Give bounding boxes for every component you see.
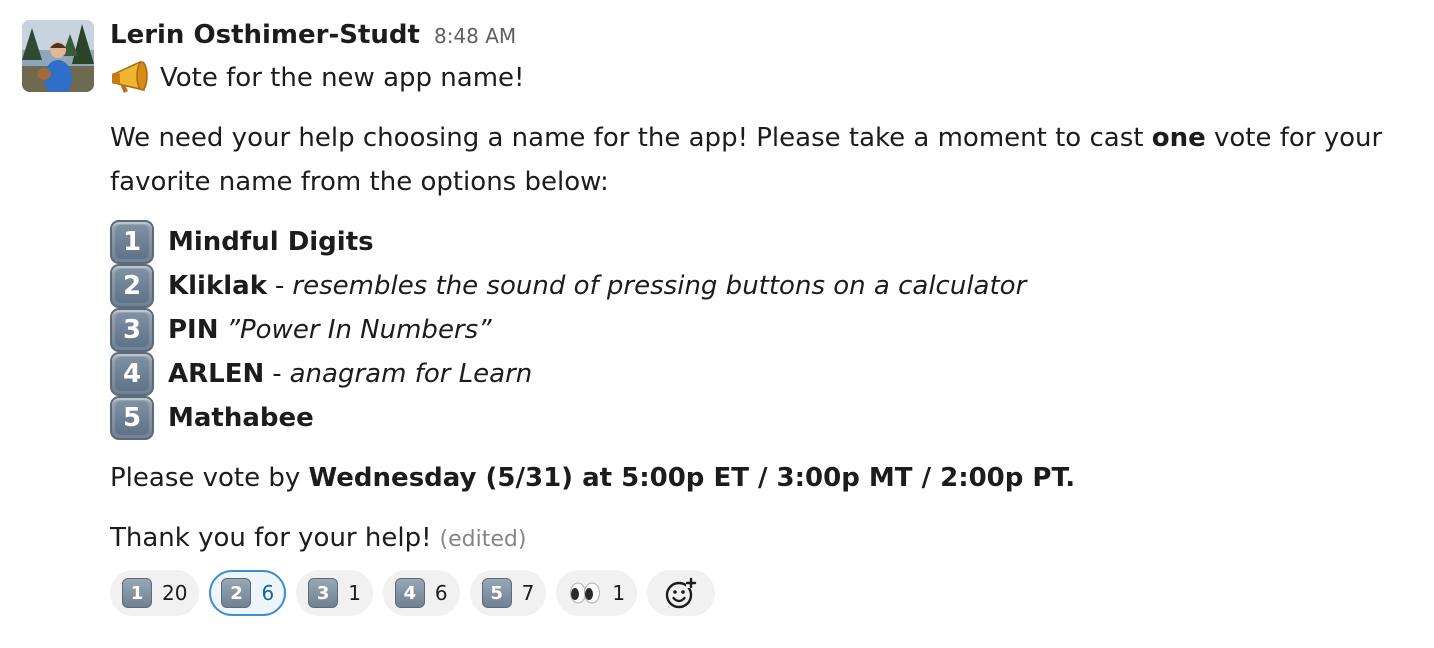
timestamp[interactable]: 8:48 AM [434,15,516,57]
option-name: Kliklak [168,271,268,301]
option-description: anagram for Learn [289,359,533,389]
keycap-3-icon: 3 [110,308,154,352]
sender-name[interactable]: Lerin Osthimer-Studt [110,14,420,56]
intro-text-line2: favorite name from the options below: [110,167,609,197]
deadline-text: Wednesday (5/31) at 5:00p ET / 3:00p MT … [308,463,1076,493]
thanks-text: Thank you for your help! [110,523,432,553]
option-description: resembles the sound of pressing buttons … [292,271,1027,301]
reaction-count: 7 [521,581,535,605]
avatar-photo [22,20,94,92]
intro-text: We need your help choosing a name for th… [110,123,1152,153]
intro-emphasis: one [1151,123,1206,153]
option-item: 2 Kliklak - resembles the sound of press… [110,264,1410,308]
keycap-1-icon: 1 [110,220,154,264]
avatar[interactable] [22,20,94,92]
reaction-count: 6 [434,581,448,605]
option-item: 1 Mindful Digits [110,220,1410,264]
message-title: Vote for the new app name! [110,56,1410,100]
option-item: 4 ARLEN - anagram for Learn [110,352,1410,396]
deadline-prefix: Please vote by [110,463,309,493]
keycap-4-icon: 4 [394,578,425,608]
eyes-icon [570,582,601,604]
option-separator: - [275,271,285,301]
reaction-keycap-4[interactable]: 4 6 [382,570,460,616]
edited-label: (edited) [439,527,527,552]
message: Lerin Osthimer-Studt 8:48 AM Vote for th… [0,0,1434,648]
option-description: ”Power In Numbers” [226,315,492,345]
add-reaction-button[interactable] [647,570,716,616]
message-title-text: Vote for the new app name! [160,63,525,93]
reaction-count: 20 [162,581,188,605]
reaction-keycap-3[interactable]: 3 1 [296,570,373,616]
intro-text-end: vote for your [1205,123,1383,153]
reactions-bar: 1 20 2 6 3 1 4 6 5 7 1 [110,570,1410,616]
reaction-keycap-5[interactable]: 5 7 [469,570,547,616]
reaction-count: 6 [261,581,275,605]
keycap-4-icon: 4 [110,352,154,396]
options-list: 1 Mindful Digits 2 Kliklak - resembles t… [110,220,1410,440]
option-separator: - [272,359,282,389]
keycap-1-icon: 1 [122,578,152,608]
reaction-count: 1 [612,581,626,605]
intro-paragraph: We need your help choosing a name for th… [110,116,1410,204]
keycap-5-icon: 5 [110,396,154,440]
option-name: Mindful Digits [168,227,374,257]
deadline-paragraph: Please vote by Wednesday (5/31) at 5:00p… [110,456,1410,500]
option-name: ARLEN [168,359,265,389]
thanks-paragraph: Thank you for your help! (edited) [110,516,1410,562]
option-name: Mathabee [168,403,314,433]
keycap-5-icon: 5 [481,578,512,608]
keycap-2-icon: 2 [221,578,252,608]
reaction-keycap-2[interactable]: 2 6 [209,570,287,616]
option-name: PIN [168,315,219,345]
keycap-2-icon: 2 [110,264,154,308]
reaction-count: 1 [348,581,361,605]
reaction-eyes[interactable]: 1 [556,570,638,616]
option-item: 5 Mathabee [110,396,1410,440]
add-reaction-icon [665,577,697,609]
option-item: 3 PIN ”Power In Numbers” [110,308,1410,352]
keycap-3-icon: 3 [308,578,339,608]
reaction-keycap-1[interactable]: 1 20 [110,570,200,616]
megaphone-icon [112,60,148,93]
